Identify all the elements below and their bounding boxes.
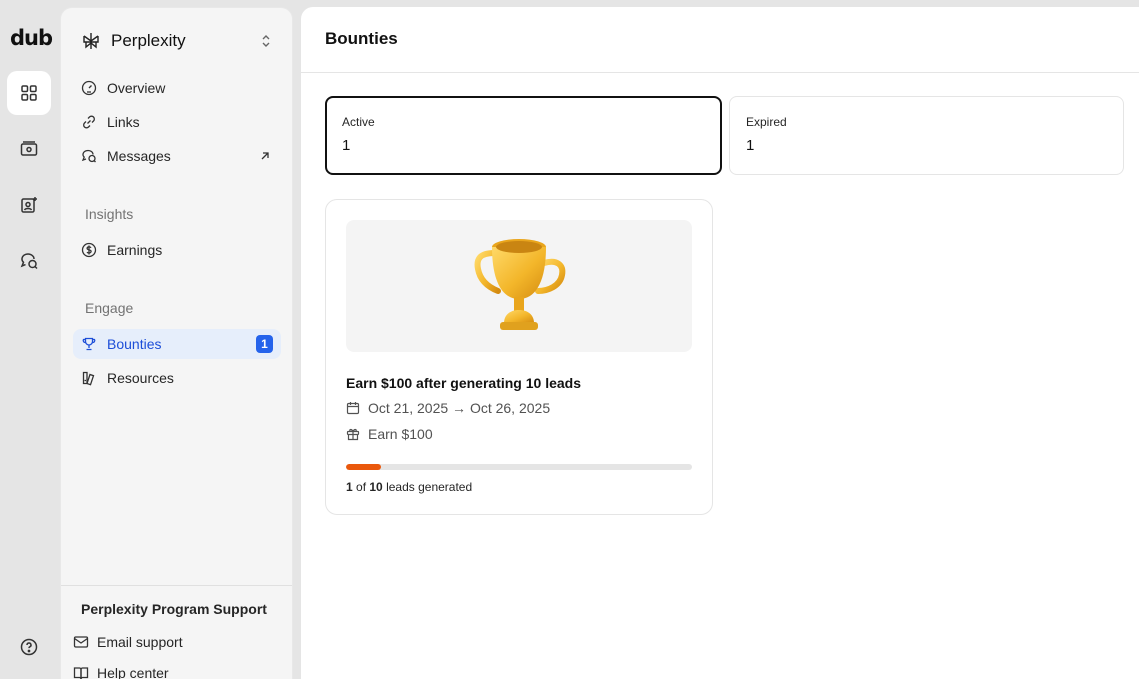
- stat-label: Active: [342, 115, 375, 129]
- bounties-count-badge: 1: [256, 335, 273, 353]
- trophy-icon: [474, 239, 566, 330]
- section-label-engage: Engage: [85, 300, 134, 316]
- sidebar-item-messages[interactable]: Messages: [73, 141, 281, 171]
- resources-icon: [82, 371, 95, 386]
- sidebar-item-overview[interactable]: Overview: [73, 73, 281, 103]
- rail-profile-button[interactable]: [7, 183, 51, 227]
- grid-icon: [21, 85, 37, 101]
- stat-card-expired[interactable]: Expired 1: [729, 96, 1124, 175]
- email-support-link[interactable]: Email support: [73, 634, 183, 650]
- messages-icon: [20, 253, 38, 270]
- sidebar-item-label: Bounties: [107, 336, 162, 352]
- sidebar-item-resources[interactable]: Resources: [73, 363, 281, 393]
- bounty-card[interactable]: Earn $100 after generating 10 leads Oct …: [325, 199, 713, 515]
- book-icon: [73, 667, 89, 679]
- trophy-icon: [82, 337, 96, 351]
- perplexity-logo-icon: [83, 33, 99, 49]
- calendar-icon: [346, 402, 360, 415]
- stat-value: 1: [746, 137, 755, 154]
- stat-value: 1: [342, 137, 351, 154]
- program-switcher[interactable]: Perplexity: [81, 28, 274, 54]
- progress-middle: of: [352, 480, 370, 494]
- gift-icon: [346, 428, 360, 441]
- sidebar-item-bounties[interactable]: Bounties 1: [73, 329, 281, 359]
- sidebar-item-links[interactable]: Links: [73, 107, 281, 137]
- sidebar-item-label: Overview: [107, 80, 166, 96]
- rail-payouts-button[interactable]: [7, 127, 51, 171]
- rail-partner-programs-button[interactable]: [7, 71, 51, 115]
- bounty-thumbnail: [346, 220, 692, 352]
- chevron-up-down-icon: [262, 35, 270, 47]
- bounty-dates: Oct 21, 2025 → Oct 26, 2025: [346, 400, 550, 416]
- link-icon: [83, 115, 95, 129]
- progress-total: 10: [369, 480, 383, 494]
- bounty-date-range: Oct 21, 2025 → Oct 26, 2025: [368, 400, 551, 416]
- user-sparkle-icon: [21, 197, 37, 213]
- stat-card-active[interactable]: Active 1: [325, 96, 722, 175]
- gauge-icon: [81, 80, 97, 96]
- sidebar-item-label: Links: [107, 114, 140, 130]
- bounty-progress-bar: [346, 464, 692, 470]
- sidebar-item-label: Resources: [107, 370, 174, 386]
- wallet-icon: [20, 141, 38, 156]
- stat-label: Expired: [746, 115, 787, 129]
- bounty-progress-text: 1 of 10 leads generated: [346, 480, 472, 494]
- external-link-icon: [261, 152, 269, 160]
- rail-messages-button[interactable]: [7, 239, 51, 283]
- messages-icon: [81, 149, 96, 163]
- page-title: Bounties: [325, 28, 398, 48]
- help-center-link[interactable]: Help center: [73, 665, 169, 679]
- progress-current: 1: [346, 480, 353, 494]
- sidebar-item-earnings[interactable]: Earnings: [73, 235, 281, 265]
- sidebar-item-label: Earnings: [107, 242, 163, 258]
- program-name: Perplexity: [111, 31, 186, 50]
- support-title: Perplexity Program Support: [81, 601, 267, 617]
- dollar-circle-icon: [81, 242, 97, 258]
- rail-help-button[interactable]: [7, 625, 51, 669]
- section-label-insights: Insights: [85, 206, 134, 222]
- help-circle-icon: [20, 638, 38, 656]
- page-header: Bounties: [301, 7, 1139, 73]
- bounty-reward-label: Earn $100: [368, 426, 433, 442]
- bounty-reward: Earn $100: [346, 426, 433, 442]
- support-section: Perplexity Program Support Email support…: [61, 585, 292, 679]
- bounty-progress-fill: [346, 464, 381, 470]
- dub-logo[interactable]: dub: [10, 26, 53, 50]
- bounty-title: Earn $100 after generating 10 leads: [346, 375, 581, 391]
- sidebar: Perplexity Overview Links Messages Insig…: [60, 7, 293, 679]
- help-center-label: Help center: [97, 665, 169, 679]
- progress-suffix: leads generated: [382, 480, 473, 494]
- email-support-label: Email support: [97, 634, 183, 650]
- icon-rail: dub: [0, 0, 60, 679]
- main-content: Bounties Active 1 Expired 1 Earn $100 af…: [301, 7, 1139, 679]
- sidebar-item-label: Messages: [107, 148, 171, 164]
- mail-icon: [73, 636, 89, 648]
